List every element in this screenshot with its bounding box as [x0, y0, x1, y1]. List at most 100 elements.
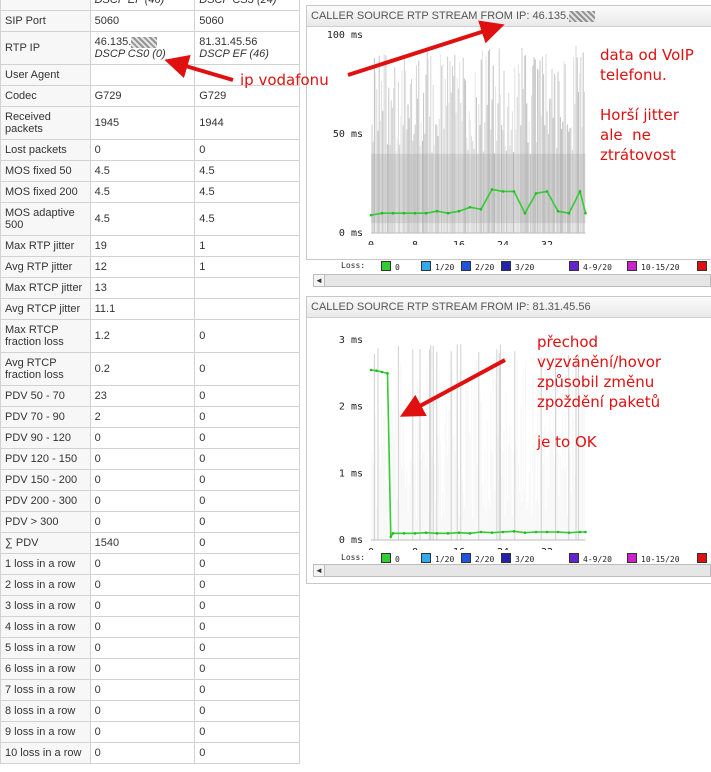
called-value: 0	[194, 139, 300, 161]
caller-value: 0	[89, 595, 196, 617]
dscp-label: DSCP EF (46)	[199, 48, 269, 60]
table-row: Lost packets 0 0	[0, 139, 300, 161]
stat-label: 5 loss in a row	[0, 637, 91, 659]
series-point	[545, 190, 549, 193]
legend-title: Loss:	[341, 261, 366, 270]
table-row: Max RTCP fraction loss 1.2 0	[0, 319, 300, 353]
table-row: 6 loss in a row 0 0	[0, 658, 300, 680]
caller-value: 1.2	[89, 319, 196, 353]
called-value: 0	[194, 658, 300, 680]
table-row: PDV 200 - 300 0 0	[0, 490, 300, 512]
stat-value: 0	[199, 579, 206, 591]
stat-value: 0	[94, 684, 101, 696]
legend-item: 4-9/20	[569, 553, 612, 564]
x-tick-label: 16	[453, 240, 465, 245]
table-row: 4 loss in a row 0 0	[0, 616, 300, 638]
stat-value: 4.5	[199, 186, 215, 198]
legend-swatch	[569, 261, 579, 271]
legend-item	[697, 261, 711, 272]
legend-item: 0	[381, 553, 400, 564]
stat-value: 0	[94, 663, 101, 675]
stat-value: 0	[94, 453, 101, 465]
legend-item: 1/20	[421, 261, 454, 272]
called-value: 1	[194, 256, 300, 278]
series-point	[380, 370, 384, 374]
stat-value: 0	[199, 453, 206, 465]
stat-value: 0	[199, 537, 206, 549]
stat-value: 0	[94, 621, 101, 633]
caller-value: 1540	[89, 532, 196, 554]
stat-value: 4.5	[94, 165, 110, 177]
legend-item: 4-9/20	[569, 261, 612, 272]
called-chart-scrollbar[interactable]: ◄	[313, 564, 711, 577]
scroll-left-arrow[interactable]: ◄	[314, 275, 325, 286]
caller-value: 11.1	[89, 298, 196, 320]
stat-value: 0.2	[94, 363, 110, 375]
legend-swatch	[461, 553, 471, 563]
scroll-left-arrow[interactable]: ◄	[314, 565, 325, 576]
table-row: MOS adaptive 500 4.5 4.5	[0, 202, 300, 236]
legend-swatch	[501, 261, 511, 271]
caller-value: 23	[89, 385, 196, 407]
table-row: 9 loss in a row 0 0	[0, 721, 300, 743]
x-tick-label: 0	[368, 547, 374, 550]
legend-label: 0	[395, 555, 400, 564]
stat-label: Codec	[0, 85, 91, 107]
stat-value: 46.135.	[94, 36, 132, 48]
series-point	[380, 211, 384, 215]
legend-label: 10-15/20	[641, 263, 680, 272]
called-value: 1944	[194, 106, 300, 140]
table-row: 2 loss in a row 0 0	[0, 574, 300, 596]
series-point	[391, 211, 395, 215]
series-point	[545, 530, 549, 534]
series-point	[501, 530, 505, 534]
table-row: ∑ PDV 1540 0	[0, 532, 300, 554]
called-value: 0	[194, 385, 300, 407]
stat-value: 0	[199, 516, 206, 528]
series-point	[534, 530, 538, 534]
caller-value: 0	[89, 574, 196, 596]
table-row: 10 loss in a row 0 0	[0, 742, 300, 764]
stat-value: 0	[199, 621, 206, 633]
legend-swatch	[461, 261, 471, 271]
called-value: 0	[194, 406, 300, 428]
stat-value: 0	[199, 495, 206, 507]
series-point	[424, 211, 428, 215]
stat-label: SIP Port	[0, 10, 91, 32]
legend-swatch	[501, 553, 511, 563]
legend-swatch	[697, 261, 707, 271]
caller-value: 4.5	[89, 181, 196, 203]
stat-label: 1 loss in a row	[0, 553, 91, 575]
table-row: Avg RTCP fraction loss 0.2 0	[0, 352, 300, 386]
called-value: 0	[194, 742, 300, 764]
table-row: SIP Port 5060 5060	[0, 10, 300, 32]
caller-value: 0	[89, 511, 196, 533]
series-point	[446, 211, 450, 215]
stat-label: 6 loss in a row	[0, 658, 91, 680]
caller-chart-scrollbar[interactable]: ◄	[313, 274, 711, 287]
x-tick-label: 0	[368, 240, 374, 245]
stat-value: 12	[94, 261, 107, 273]
legend-item: 3/20	[501, 553, 534, 564]
stat-label: 9 loss in a row	[0, 721, 91, 743]
table-row: PDV 70 - 90 2 0	[0, 406, 300, 428]
y-tick-label: 3 ms	[339, 335, 363, 346]
called-value: 81.31.45.56 DSCP EF (46)	[194, 31, 300, 65]
stat-value: 0	[199, 663, 206, 675]
x-tick-label: 8	[412, 547, 418, 550]
table-row: 8 loss in a row 0 0	[0, 700, 300, 722]
caller-value: 0	[89, 469, 196, 491]
stat-value: 0	[94, 144, 101, 156]
called-value: 0	[194, 700, 300, 722]
table-row: MOS fixed 200 4.5 4.5	[0, 181, 300, 203]
series-point	[391, 532, 395, 535]
legend-label: 0	[395, 263, 400, 272]
series-point	[446, 532, 450, 535]
called-value: 0	[194, 616, 300, 638]
x-tick-label: 8	[412, 240, 418, 245]
table-row: Received packets 1945 1944	[0, 106, 300, 140]
x-tick-label: 32	[541, 547, 553, 550]
legend-swatch	[421, 261, 431, 271]
x-tick-label: 16	[453, 547, 465, 550]
caller-value: 0	[89, 139, 196, 161]
